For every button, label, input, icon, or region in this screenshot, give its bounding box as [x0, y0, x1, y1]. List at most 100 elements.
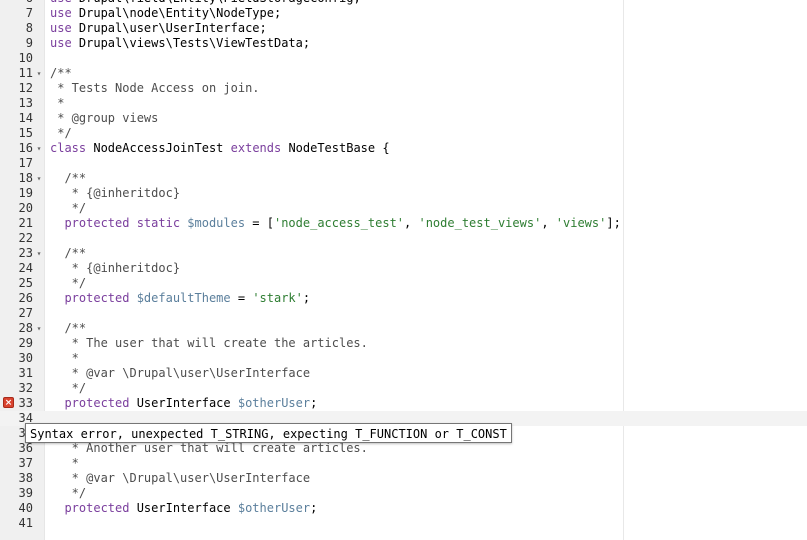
code-text: /**	[50, 246, 86, 261]
code-line[interactable]: 20 */	[0, 201, 807, 216]
code-line[interactable]: × 33 protected UserInterface $otherUser;	[0, 396, 807, 411]
line-number: 19	[18, 186, 33, 200]
code-line[interactable]: 29 * The user that will create the artic…	[0, 336, 807, 351]
code-token: = [	[245, 216, 274, 230]
line-number: 16	[18, 141, 33, 155]
code-token: ,	[541, 216, 556, 230]
code-token: protected static	[50, 216, 188, 230]
code-token: NodeAccessJoinTest	[93, 141, 231, 155]
code-lines[interactable]: 6use Drupal\field\Entity\FieldStorageCon…	[0, 0, 807, 531]
code-token: * @var \Drupal\user\UserInterface	[50, 471, 311, 485]
code-token: use	[50, 6, 79, 20]
fold-toggle-icon[interactable]: ▾	[35, 246, 43, 261]
code-line[interactable]: 21 protected static $modules = ['node_ac…	[0, 216, 807, 231]
code-line[interactable]: 25 */	[0, 276, 807, 291]
code-token: Drupal\field\Entity\FieldStorageConfig;	[79, 0, 361, 5]
line-number: 27	[18, 306, 33, 320]
code-line[interactable]: 17	[0, 156, 807, 171]
code-line[interactable]: 27	[0, 306, 807, 321]
error-tooltip: Syntax error, unexpected T_STRING, expec…	[25, 423, 512, 443]
line-number: 25	[18, 276, 33, 290]
line-number: 24	[18, 261, 33, 275]
code-line[interactable]: 13 *	[0, 96, 807, 111]
code-token: ;	[310, 396, 318, 410]
line-number: 17	[18, 156, 33, 170]
fold-toggle-icon[interactable]: ▾	[35, 321, 43, 336]
code-text: /**	[50, 66, 72, 81]
code-text: class NodeAccessJoinTest extends NodeTes…	[50, 141, 390, 156]
code-line[interactable]: 15 */	[0, 126, 807, 141]
fold-toggle-icon[interactable]: ▾	[35, 141, 43, 156]
line-number: 15	[18, 126, 33, 140]
code-text: *	[50, 96, 64, 111]
code-text: protected UserInterface $otherUser;	[50, 501, 317, 516]
code-line[interactable]: 22	[0, 231, 807, 246]
code-line[interactable]: 31 * @var \Drupal\user\UserInterface	[0, 366, 807, 381]
line-number: 13	[18, 96, 33, 110]
code-token: 'views'	[555, 216, 607, 230]
code-text: *	[50, 456, 79, 471]
code-text: */	[50, 486, 86, 501]
code-text: */	[50, 126, 71, 141]
code-line[interactable]: 39 */	[0, 486, 807, 501]
code-editor[interactable]: 6use Drupal\field\Entity\FieldStorageCon…	[0, 0, 807, 540]
code-line[interactable]: 38 * @var \Drupal\user\UserInterface	[0, 471, 807, 486]
code-token: NodeTestBase {	[288, 141, 390, 155]
line-number: 23	[18, 246, 33, 260]
code-line[interactable]: 24 * {@inheritdoc}	[0, 261, 807, 276]
fold-toggle-icon[interactable]: ▾	[35, 66, 43, 81]
code-token: 'node_access_test'	[273, 216, 405, 230]
code-text: protected UserInterface $otherUser;	[50, 396, 317, 411]
code-text: * The user that will create the articles…	[50, 336, 368, 351]
code-token: Drupal\node\Entity\NodeType;	[78, 6, 282, 20]
code-token: extends	[230, 141, 289, 155]
code-line[interactable]: 30 *	[0, 351, 807, 366]
code-token: class	[50, 141, 94, 155]
code-token: /**	[50, 246, 87, 260]
code-token: UserInterface	[136, 396, 238, 410]
code-line[interactable]: 41	[0, 516, 807, 531]
code-token: $otherUser	[237, 396, 311, 410]
code-text: protected $defaultTheme = 'stark';	[50, 291, 310, 306]
code-token: /**	[50, 321, 87, 335]
code-line[interactable]: 10	[0, 51, 807, 66]
code-token: *	[50, 351, 79, 365]
code-line[interactable]: 14 * @group views	[0, 111, 807, 126]
code-token: use	[50, 36, 79, 50]
code-text: */	[50, 201, 86, 216]
code-line[interactable]: 40 protected UserInterface $otherUser;	[0, 501, 807, 516]
code-text: *	[50, 351, 79, 366]
code-line[interactable]: 8 use Drupal\user\UserInterface;	[0, 21, 807, 36]
code-text: use Drupal\node\Entity\NodeType;	[50, 6, 281, 21]
code-token: *	[50, 456, 79, 470]
code-text: * @var \Drupal\user\UserInterface	[50, 366, 310, 381]
code-token: ];	[606, 216, 621, 230]
code-token: $modules	[187, 216, 246, 230]
code-text: /**	[50, 321, 86, 336]
code-token: ;	[310, 501, 318, 515]
code-token: $otherUser	[237, 501, 311, 515]
code-text: * @group views	[50, 111, 158, 126]
code-line[interactable]: 26 protected $defaultTheme = 'stark';	[0, 291, 807, 306]
code-token: * @var \Drupal\user\UserInterface	[50, 366, 311, 380]
code-token: protected	[50, 396, 137, 410]
fold-toggle-icon[interactable]: ▾	[35, 171, 43, 186]
code-line[interactable]: 9 use Drupal\views\Tests\ViewTestData;	[0, 36, 807, 51]
code-line[interactable]: 11 ▾ /**	[0, 66, 807, 81]
code-line[interactable]: 18 ▾ /**	[0, 171, 807, 186]
code-line[interactable]: 23 ▾ /**	[0, 246, 807, 261]
line-number: 38	[18, 471, 33, 485]
code-line[interactable]: 12 * Tests Node Access on join.	[0, 81, 807, 96]
code-text: * @var \Drupal\user\UserInterface	[50, 471, 310, 486]
line-number: 14	[18, 111, 33, 125]
code-token: UserInterface	[136, 501, 238, 515]
code-line[interactable]: 19 * {@inheritdoc}	[0, 186, 807, 201]
code-line[interactable]: 28 ▾ /**	[0, 321, 807, 336]
code-line[interactable]: 16 ▾ class NodeAccessJoinTest extends Node…	[0, 141, 807, 156]
code-line[interactable]: 37 *	[0, 456, 807, 471]
code-line[interactable]: 7 use Drupal\node\Entity\NodeType;	[0, 6, 807, 21]
code-token: use	[50, 0, 79, 5]
code-text: * Tests Node Access on join.	[50, 81, 259, 96]
code-line[interactable]: 32 */	[0, 381, 807, 396]
line-number: 22	[18, 231, 33, 245]
